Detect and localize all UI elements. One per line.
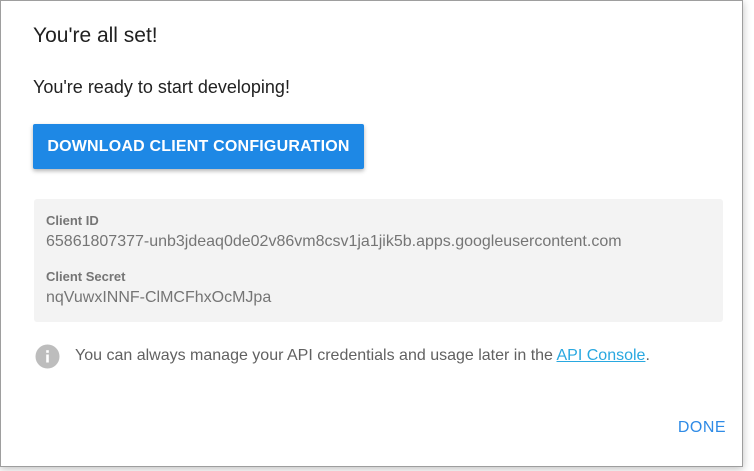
client-id-label: Client ID — [46, 213, 99, 228]
info-message: You can always manage your API credentia… — [75, 347, 557, 364]
dialog-title: You're all set! — [33, 24, 158, 47]
client-secret-value: nqVuwxINNF-ClMCFhxOcMJpa — [46, 289, 272, 306]
setup-complete-dialog: You're all set! You're ready to start de… — [0, 0, 743, 467]
info-suffix: . — [645, 347, 650, 364]
dialog-subtitle: You're ready to start developing! — [33, 77, 290, 97]
info-row: You can always manage your API credentia… — [35, 344, 650, 368]
done-button[interactable]: DONE — [671, 413, 733, 443]
api-console-link[interactable]: API Console — [557, 347, 646, 364]
client-id-value: 65861807377-unb3jdeaq0de02v86vm8csv1ja1j… — [46, 233, 622, 250]
info-icon — [35, 344, 60, 369]
download-client-configuration-button[interactable]: DOWNLOAD CLIENT CONFIGURATION — [33, 124, 364, 169]
info-text: You can always manage your API credentia… — [75, 347, 650, 365]
client-secret-label: Client Secret — [46, 269, 126, 284]
credentials-box: Client ID 65861807377-unb3jdeaq0de02v86v… — [34, 199, 723, 322]
